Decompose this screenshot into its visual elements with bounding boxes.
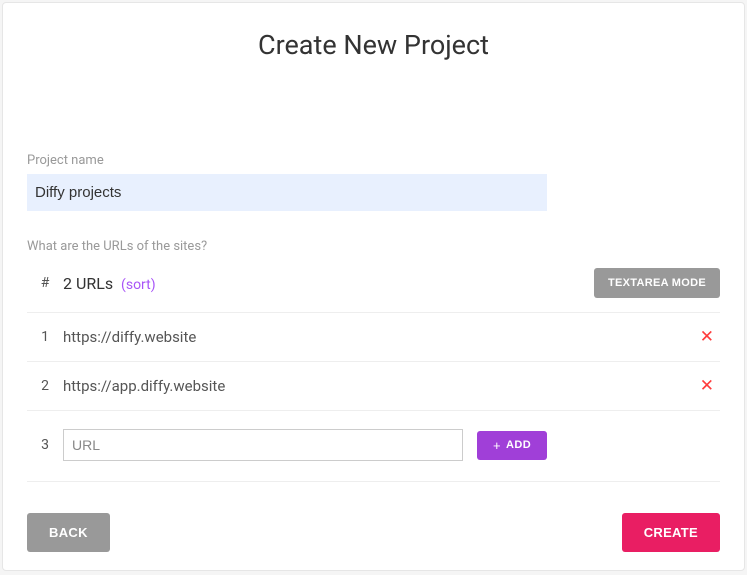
url-row: 1 https://diffy.website ✕: [27, 313, 720, 362]
textarea-mode-button[interactable]: TEXTAREA MODE: [594, 268, 720, 298]
project-name-label: Project name: [27, 153, 720, 168]
delete-icon[interactable]: ✕: [694, 327, 720, 347]
url-row-value: https://app.diffy.website: [63, 377, 694, 395]
add-button-label: ADD: [506, 439, 531, 451]
url-row-value: https://diffy.website: [63, 328, 694, 346]
url-count-label: 2 URLs: [63, 274, 113, 293]
back-button[interactable]: BACK: [27, 513, 110, 552]
page-title: Create New Project: [3, 3, 744, 61]
url-input[interactable]: [63, 429, 463, 461]
url-row-num: 2: [27, 378, 63, 394]
sort-link[interactable]: (sort): [121, 277, 156, 293]
create-project-card: Create New Project Project name What are…: [2, 2, 745, 571]
add-url-row: 3 + ADD: [27, 411, 720, 482]
add-row-num: 3: [27, 437, 63, 453]
project-name-input[interactable]: [27, 174, 547, 211]
urls-question-label: What are the URLs of the sites?: [27, 239, 720, 254]
footer: BACK CREATE: [27, 513, 720, 552]
header-count-wrapper: 2 URLs (sort): [63, 274, 156, 293]
create-button[interactable]: CREATE: [622, 513, 720, 552]
urls-header-row: # 2 URLs (sort) TEXTAREA MODE: [27, 268, 720, 313]
url-row-num: 1: [27, 329, 63, 345]
delete-icon[interactable]: ✕: [694, 376, 720, 396]
form-content: Project name What are the URLs of the si…: [3, 153, 744, 482]
header-hash: #: [27, 275, 63, 291]
plus-icon: +: [493, 438, 501, 453]
url-row: 2 https://app.diffy.website ✕: [27, 362, 720, 411]
add-url-button[interactable]: + ADD: [477, 431, 547, 460]
